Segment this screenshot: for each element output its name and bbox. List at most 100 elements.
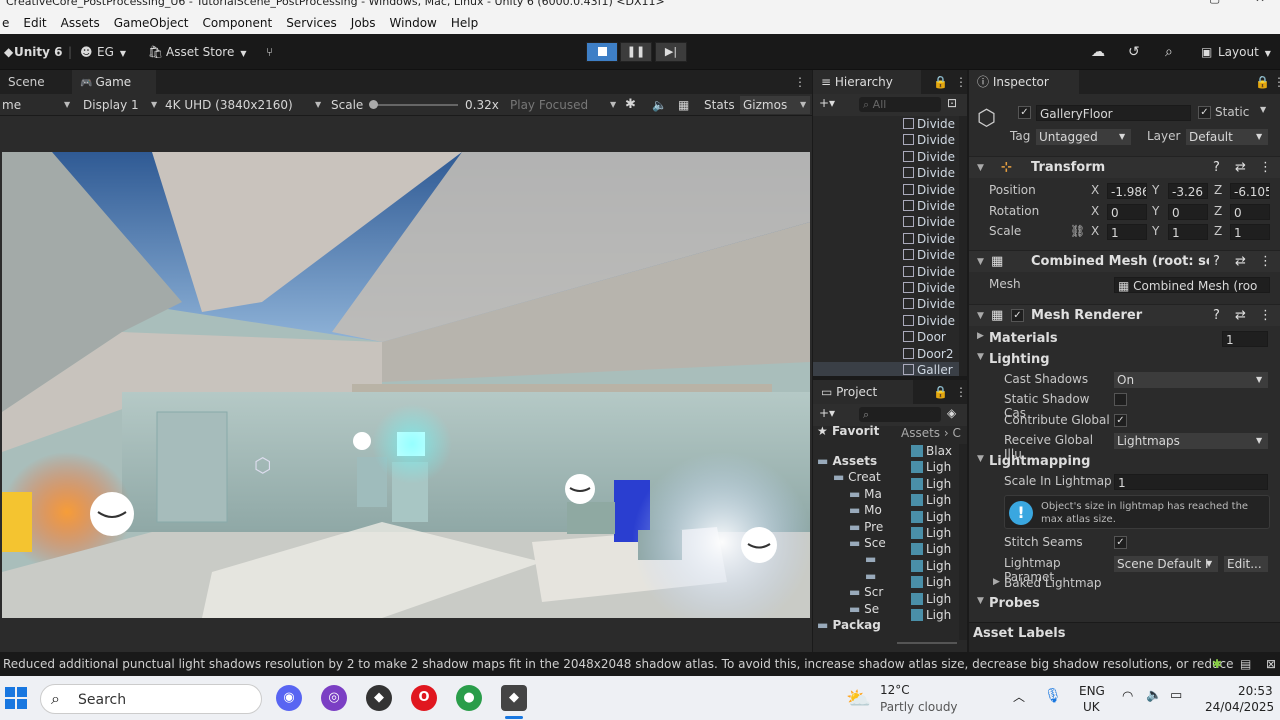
step-button[interactable]: ▶| [655,42,687,62]
game-panel-menu-icon[interactable]: ⋮ [786,70,814,94]
constrain-proportions-icon[interactable]: ⛓ [1070,224,1085,238]
play-focused-dropdown[interactable]: Play Focused ▼ [510,96,618,114]
cloud-icon[interactable]: ☁ [1091,42,1105,62]
static-checkbox[interactable]: ✓ [1198,106,1211,119]
hierarchy-search-input[interactable]: ⌕ All [859,97,941,112]
static-dropdown-arrow[interactable]: ▼ [1260,105,1266,114]
menu-services[interactable]: Services [286,16,337,30]
hierarchy-item[interactable]: Divide [903,132,959,148]
language-region[interactable]: UK [1083,700,1100,714]
static-shadow-caster-checkbox[interactable] [1114,393,1127,406]
renderer-help-icon[interactable]: ? [1213,305,1220,327]
project-folder-item[interactable]: ▬ [865,569,876,583]
unity-editor-icon[interactable]: ◆ [501,685,527,711]
scene-visibility-icon[interactable]: ⊡ [947,96,957,110]
project-scrollbar[interactable] [959,444,967,640]
volume-icon[interactable]: 🔈 [1146,688,1162,703]
pause-button[interactable]: ❚❚ [620,42,652,62]
project-folder-item[interactable]: ▬ Scr [849,585,883,599]
project-file-item[interactable]: Ligh [911,575,951,589]
component-menu-icon[interactable]: ⋮ [1259,157,1272,179]
hierarchy-item[interactable]: Divide [903,280,959,296]
tab-inspector[interactable]: ⓘ Inspector [969,70,1079,94]
inspector-menu-icon[interactable]: ⋮ [1265,70,1280,94]
mesh-field[interactable]: ▦ Combined Mesh (roo [1114,277,1270,293]
search-icon[interactable]: ⌕ [1165,42,1173,62]
rotation-z-field[interactable]: 0 [1230,204,1270,220]
clock-date[interactable]: 24/04/2025 [1205,700,1274,714]
tab-project[interactable]: ▭ Project [813,380,913,404]
project-add-icon[interactable]: +▾ [819,406,835,420]
menu-gameobject[interactable]: GameObject [114,16,189,30]
cast-shadows-dropdown[interactable]: On ▼ [1114,372,1268,388]
hierarchy-scrollbar[interactable] [959,116,967,376]
icon-size-slider[interactable] [897,642,957,644]
project-folder-item[interactable]: ▬ Creat [833,470,881,484]
mesh-renderer-enabled-checkbox[interactable]: ✓ [1011,309,1024,322]
tab-game[interactable]: 🎮 Game [72,70,156,94]
hierarchy-item[interactable]: Divide [903,198,959,214]
unity-hub-icon[interactable]: ◆ [366,685,392,711]
asset-labels-title[interactable]: Asset Labels [973,626,1065,641]
project-file-item[interactable]: Ligh [911,608,951,622]
baked-lightmap-expand-icon[interactable]: ▶ [993,577,1000,587]
account-dropdown[interactable]: EG ▼ [97,42,126,62]
probes-foldout[interactable]: Probes [989,596,1040,611]
filter-icon[interactable]: ◈ [947,406,956,420]
bug-icon[interactable]: ✱ [625,96,636,114]
history-icon[interactable]: ↺ [1128,42,1140,62]
clock-time[interactable]: 20:53 [1238,684,1273,698]
hierarchy-item[interactable]: Divide [903,116,959,132]
project-file-item[interactable]: Blax [911,444,952,458]
hierarchy-item[interactable]: Divide [903,165,959,181]
hierarchy-item[interactable]: Door2 [903,346,959,362]
materials-count-field[interactable]: 1 [1222,331,1268,347]
project-file-item[interactable]: Ligh [911,477,951,491]
project-folder-item[interactable]: ▬ Sce [849,536,886,550]
gizmos-dropdown[interactable]: Gizmos ▼ [740,96,810,114]
project-folder-item[interactable]: ▬ Ma [849,487,882,501]
add-icon[interactable]: +▾ [819,96,835,110]
project-file-item[interactable]: Ligh [911,592,951,606]
asset-store-dropdown[interactable]: Asset Store ▼ [166,42,247,62]
menu-help[interactable]: Help [451,16,478,30]
menu-file[interactable]: e [2,16,9,30]
preset-icon[interactable]: ⇄ [1235,157,1246,179]
hierarchy-item[interactable]: Divide [903,182,959,198]
position-y-field[interactable]: -3.26 [1168,183,1208,199]
help-icon[interactable]: ? [1213,157,1220,179]
project-file-item[interactable]: Ligh [911,510,951,524]
lighting-expand-icon[interactable]: ▼ [977,352,984,362]
scale-lightmap-field[interactable]: 1 [1114,474,1268,490]
hierarchy-item[interactable]: Divide [903,149,959,165]
github-desktop-icon[interactable]: ◎ [321,685,347,711]
scale-z-field[interactable]: 1 [1230,224,1270,240]
lighting-foldout[interactable]: Lighting [989,352,1050,367]
hierarchy-item[interactable]: Door [903,329,959,345]
audio-icon[interactable]: 🔈 [652,96,667,114]
hierarchy-item[interactable]: Galler [813,362,959,376]
chrome-icon[interactable]: ● [456,685,482,711]
console-status-message[interactable]: Reduced additional punctual light shadow… [3,657,1234,671]
baked-lightmap-foldout[interactable]: Baked Lightmap [1004,576,1102,590]
project-file-item[interactable]: Ligh [911,542,951,556]
project-breadcrumb[interactable]: Assets › C [901,426,961,440]
mesh-preset-icon[interactable]: ⇄ [1235,251,1246,273]
hierarchy-item[interactable]: Divide [903,231,959,247]
discord-icon[interactable]: ◉ [276,685,302,711]
project-folder-item[interactable]: ▬ Assets [817,454,877,468]
cache-server-icon[interactable]: ▤ [1240,652,1251,676]
menu-jobs[interactable]: Jobs [351,16,376,30]
scale-slider[interactable] [372,104,458,106]
scale-slider-handle[interactable] [369,100,378,109]
language-code[interactable]: ENG [1079,684,1105,698]
mesh-menu-icon[interactable]: ⋮ [1259,251,1272,273]
wifi-icon[interactable]: ◠ [1122,689,1133,704]
project-search-input[interactable]: ⌕ [859,407,941,422]
receive-gi-dropdown[interactable]: Lightmaps ▼ [1114,433,1268,449]
project-folder-item[interactable]: ▬ Se [849,602,879,616]
game-mode-dropdown[interactable]: me ▼ [2,96,72,114]
position-z-field[interactable]: -6.105 [1230,183,1270,199]
hierarchy-item[interactable]: Divide [903,214,959,230]
menu-window[interactable]: Window [390,16,437,30]
